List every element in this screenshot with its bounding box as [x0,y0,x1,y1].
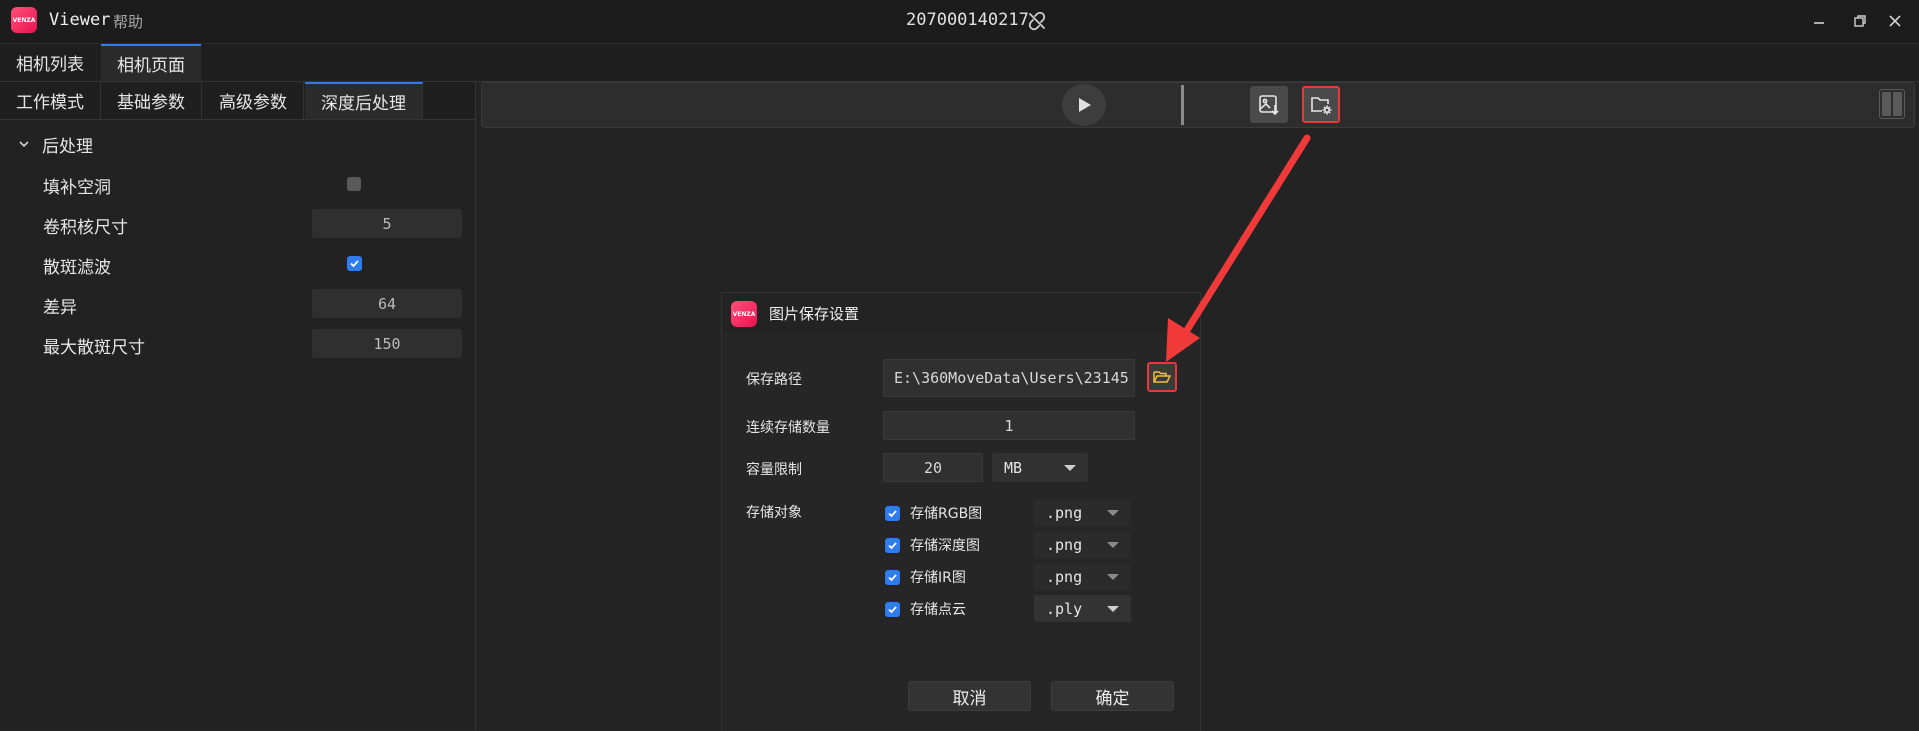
check-icon [350,260,359,268]
title-bar: VENZA Viewer 帮助 207000140217 [0,0,1919,44]
depth-format-select[interactable]: .png [1034,531,1131,558]
save-depth-checkbox[interactable] [885,538,900,553]
capacity-unit-value: MB [1004,458,1023,477]
chevron-down-icon [1107,605,1119,612]
max-speckle-size-input[interactable]: 150 [312,329,462,358]
left-panel: 工作模式 基础参数 高级参数 深度后处理 后处理 填补空洞 卷积核尺寸 5 散斑… [0,82,476,730]
chevron-down-icon [1064,464,1076,471]
main-tabs: 相机列表 相机页面 [0,44,1919,82]
app-name: Viewer [49,10,111,30]
preview-toolbar [481,82,1915,128]
play-icon [1079,98,1091,112]
minimize-button[interactable] [1804,8,1834,34]
dialog-header: VENZA 图片保存设置 [722,293,1200,333]
capacity-unit-select[interactable]: MB [992,453,1088,482]
param-label-speckle-filter: 散斑滤波 [43,258,111,278]
camera-serial: 207000140217 [906,10,1029,30]
tab-depth-postprocess[interactable]: 深度后处理 [305,82,423,119]
split-view-icon [1882,92,1891,116]
chevron-down-icon [1107,573,1119,580]
save-path-input[interactable]: E:\360MoveData\Users\23145 [883,359,1135,397]
tab-camera-page[interactable]: 相机页面 [101,44,201,81]
rgb-format-select[interactable]: .png [1034,499,1131,526]
split-view-button[interactable] [1879,89,1905,119]
chevron-down-icon [18,135,30,155]
section-postprocess[interactable]: 后处理 [18,132,93,157]
close-button[interactable] [1880,8,1910,34]
param-label-fill-holes: 填补空洞 [43,178,111,198]
param-label-kernel-size: 卷积核尺寸 [43,218,128,238]
tab-basic-params[interactable]: 基础参数 [101,82,202,119]
capacity-limit-input[interactable]: 20 [883,453,983,482]
ok-button[interactable]: 确定 [1051,681,1174,711]
check-icon [888,606,897,614]
save-settings-button[interactable] [1302,86,1340,123]
depth-format-value: .png [1046,535,1083,554]
pointcloud-format-value: .ply [1046,599,1083,618]
check-icon [888,510,897,518]
parameter-tabs: 工作模式 基础参数 高级参数 深度后处理 [0,82,475,120]
dialog-title: 图片保存设置 [769,305,860,323]
browse-folder-button[interactable] [1147,362,1177,392]
dialog-logo: VENZA [731,301,757,327]
image-save-icon [1259,94,1279,115]
param-label-max-speckle-size: 最大散斑尺寸 [43,338,145,358]
kernel-size-input[interactable]: 5 [312,209,462,238]
continuous-count-label: 连续存储数量 [746,420,830,436]
cancel-button[interactable]: 取消 [908,681,1031,711]
folder-open-icon [1153,371,1171,383]
chevron-down-icon [1107,509,1119,516]
param-label-difference: 差异 [43,298,77,318]
save-pointcloud-checkbox[interactable] [885,602,900,617]
save-rgb-checkbox[interactable] [885,506,900,521]
ir-format-select[interactable]: .png [1034,563,1131,590]
save-path-label: 保存路径 [746,372,802,388]
continuous-count-input[interactable]: 1 [883,411,1135,440]
help-menu[interactable]: 帮助 [113,11,143,32]
capacity-limit-label: 容量限制 [746,462,802,478]
save-image-button[interactable] [1250,86,1288,123]
ir-format-value: .png [1046,567,1083,586]
restore-button[interactable] [1845,8,1875,34]
app-logo: VENZA [11,7,37,33]
save-rgb-label: 存储RGB图 [910,506,983,522]
save-ir-label: 存储IR图 [910,570,966,586]
link-broken-icon [1026,10,1048,37]
save-pointcloud-label: 存储点云 [910,602,966,618]
chevron-down-icon [1107,541,1119,548]
difference-input[interactable]: 64 [312,289,462,318]
speckle-filter-checkbox[interactable] [347,256,362,271]
tab-advanced-params[interactable]: 高级参数 [203,82,304,119]
folder-settings-icon [1311,96,1332,114]
section-title: 后处理 [42,137,93,157]
toolbar-divider [1181,85,1184,125]
save-depth-label: 存储深度图 [910,538,980,554]
tab-work-mode[interactable]: 工作模式 [0,82,101,119]
rgb-format-value: .png [1046,503,1083,522]
storage-targets-label: 存储对象 [746,505,802,521]
play-button[interactable] [1062,84,1106,126]
fill-holes-checkbox[interactable] [347,177,361,191]
check-icon [888,574,897,582]
image-save-settings-dialog: VENZA 图片保存设置 保存路径 E:\360MoveData\Users\2… [721,292,1201,731]
pointcloud-format-select[interactable]: .ply [1034,595,1131,622]
tab-camera-list[interactable]: 相机列表 [0,44,100,81]
check-icon [888,542,897,550]
save-ir-checkbox[interactable] [885,570,900,585]
